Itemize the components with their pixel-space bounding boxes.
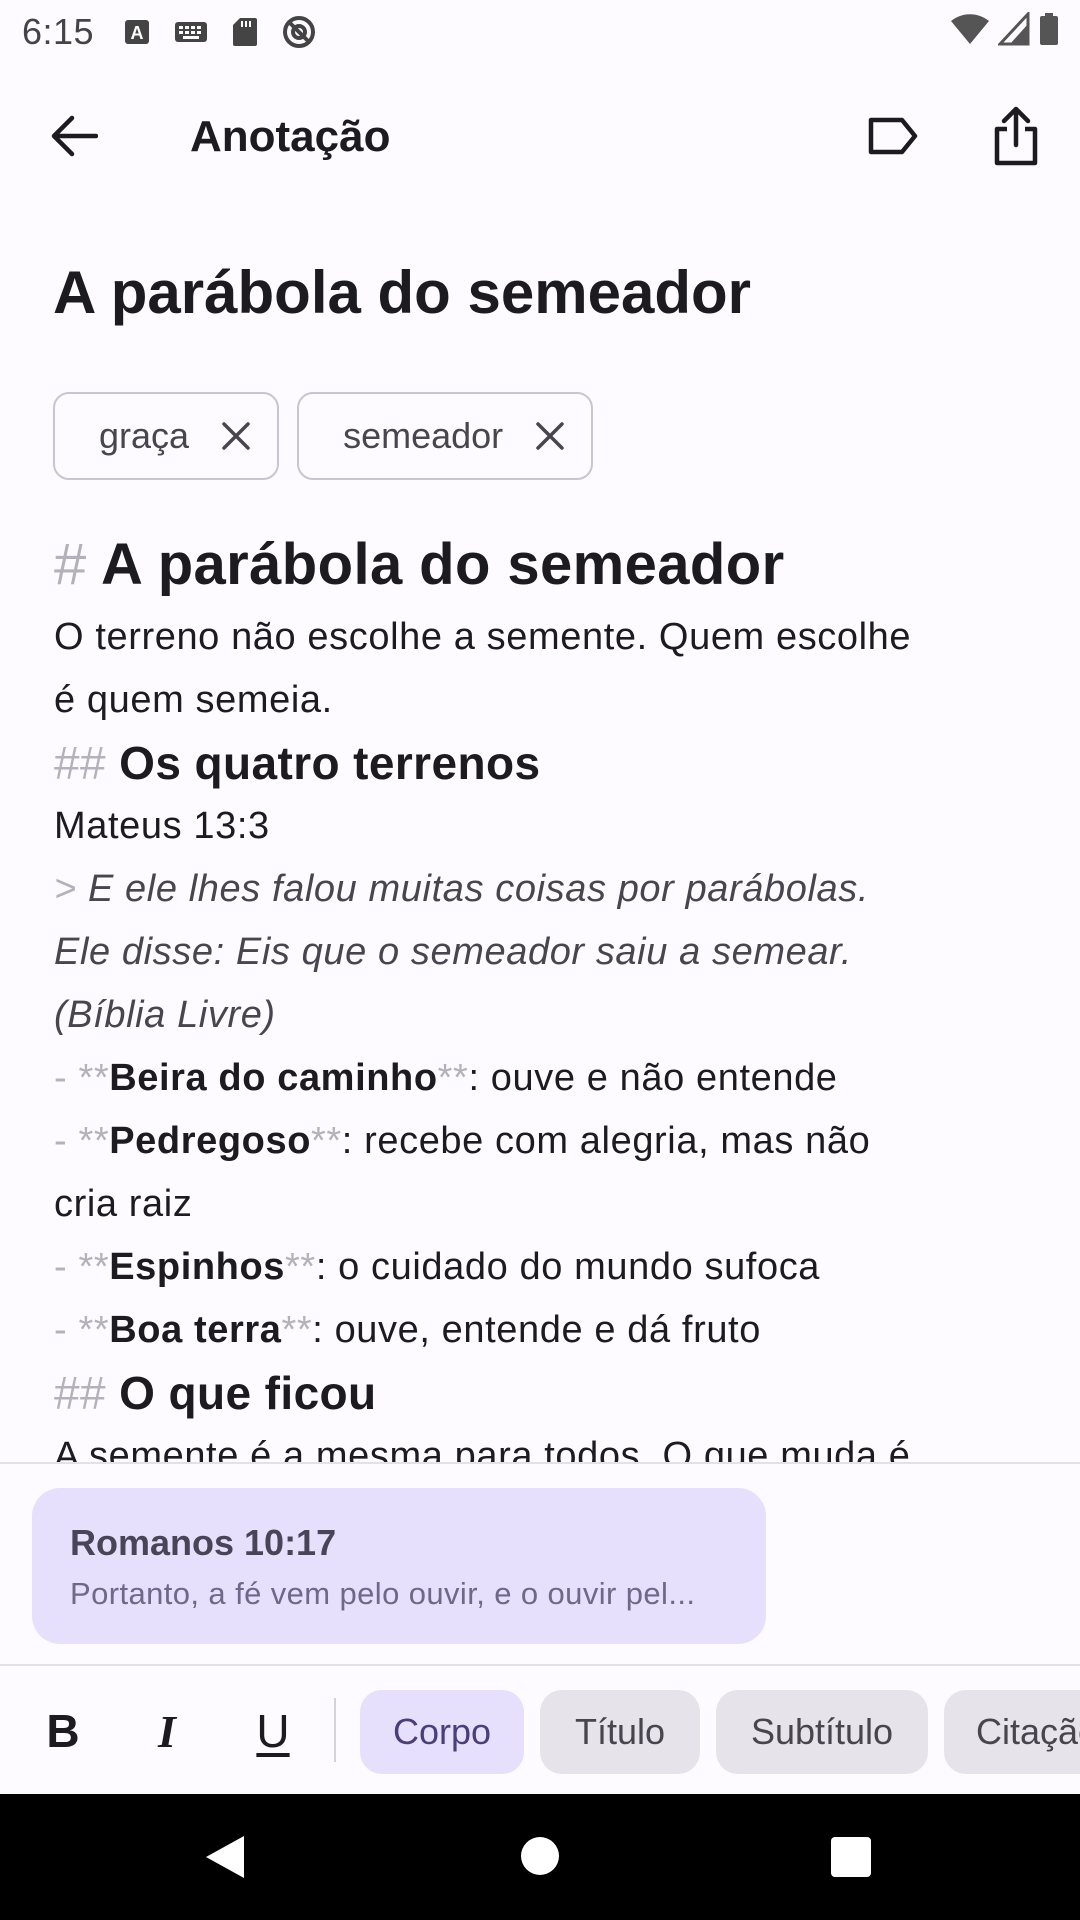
svg-text:A: A xyxy=(131,23,144,43)
underline-button[interactable]: U xyxy=(238,1696,308,1766)
keyboard-icon xyxy=(175,22,208,42)
text-a-icon: A xyxy=(125,20,150,44)
at-sign-icon xyxy=(283,16,316,48)
list-desc: : o cuidado do mundo sufoca xyxy=(315,1246,821,1288)
markdown-mark: - xyxy=(54,1309,68,1351)
blockquote-line: > E ele lhes falou muitas coisas por par… xyxy=(54,858,1044,921)
verse-reference: Romanos 10:17 xyxy=(70,1522,337,1563)
back-button[interactable] xyxy=(36,104,112,168)
markdown-mark: ** xyxy=(311,1120,342,1162)
divider xyxy=(0,1462,1080,1464)
style-chip-subtitulo[interactable]: Subtítulo xyxy=(716,1690,928,1774)
note-title[interactable]: A parábola do semeador xyxy=(53,258,751,327)
tag-list: graça semeador xyxy=(53,392,594,480)
paragraph-line: A semente é a mesma para todos. O que mu… xyxy=(54,1435,911,1464)
list-term: Espinhos xyxy=(109,1246,286,1288)
markdown-mark: ## xyxy=(54,1367,106,1419)
tag-chip-graca[interactable]: graça xyxy=(53,392,280,480)
markdown-mark: # xyxy=(54,532,87,597)
markdown-mark: ** xyxy=(78,1120,110,1162)
status-notification-icons: A xyxy=(124,15,316,49)
verse-reference: Mateus 13:3 xyxy=(54,805,270,847)
list-term: Boa terra xyxy=(109,1309,282,1351)
note-editor[interactable]: # A parábola do semeador O terreno não e… xyxy=(54,524,1044,1464)
markdown-mark: ** xyxy=(78,1057,110,1099)
markdown-mark: ** xyxy=(281,1309,313,1351)
list-term: Beira do caminho xyxy=(109,1057,438,1099)
style-chip-corpo[interactable]: Corpo xyxy=(360,1690,524,1774)
page-title: Anotação xyxy=(190,112,391,161)
close-icon[interactable] xyxy=(533,419,567,453)
heading-text: A parábola do semeador xyxy=(101,532,785,597)
paragraph-line: O terreno não escolhe a semente. Quem es… xyxy=(54,616,912,658)
arrow-back-icon xyxy=(51,115,98,157)
heading-text: O que ficou xyxy=(119,1367,377,1419)
label-icon xyxy=(868,117,918,155)
list-item: - **Pedregoso**: recebe com alegria, mas… xyxy=(54,1110,1044,1173)
nav-home-icon[interactable] xyxy=(520,1836,560,1876)
tag-label: semeador xyxy=(343,415,504,456)
markdown-mark: ** xyxy=(437,1057,469,1099)
markdown-mark: ** xyxy=(78,1246,110,1288)
markdown-mark: ** xyxy=(285,1246,316,1288)
close-icon[interactable] xyxy=(219,419,253,453)
heading-text: Os quatro terrenos xyxy=(119,737,541,789)
status-bar: 6:15 A xyxy=(0,0,1080,64)
verse-preview: Portanto, a fé vem pelo ouvir, e o ouvir… xyxy=(70,1576,696,1611)
list-term: Pedregoso xyxy=(109,1120,312,1162)
paragraph-line: é quem semeia. xyxy=(54,679,333,721)
tag-label: graça xyxy=(99,415,190,456)
status-system-icons xyxy=(950,12,1060,46)
sd-card-icon xyxy=(233,18,258,46)
signal-icon xyxy=(998,12,1030,46)
tag-chip-semeador[interactable]: semeador xyxy=(297,392,594,480)
bold-button[interactable]: B xyxy=(28,1696,98,1766)
wifi-icon xyxy=(951,14,989,44)
style-chip-titulo[interactable]: Título xyxy=(540,1690,700,1774)
list-desc: : recebe com alegria, mas não xyxy=(341,1120,871,1162)
heading-2: ## Os quatro terrenos xyxy=(54,732,1044,795)
share-icon xyxy=(994,106,1038,166)
markdown-mark: > xyxy=(54,868,77,910)
heading-1: # A parábola do semeador xyxy=(54,524,1044,606)
list-item: - **Beira do caminho**: ouve e não enten… xyxy=(54,1047,1044,1110)
markdown-mark: - xyxy=(54,1120,68,1162)
status-time: 6:15 xyxy=(22,11,95,52)
list-item-continuation: cria raiz xyxy=(54,1183,193,1225)
battery-icon xyxy=(1040,13,1058,45)
quote-text: E ele lhes falou muitas coisas por paráb… xyxy=(76,868,870,910)
list-desc: : ouve, entende e dá fruto xyxy=(312,1309,761,1351)
blockquote-line: (Bíblia Livre) xyxy=(54,994,276,1036)
list-item: - **Boa terra**: ouve, entende e dá frut… xyxy=(54,1299,1044,1362)
share-button[interactable] xyxy=(984,100,1048,172)
blockquote-line: Ele disse: Eis que o semeador saiu a sem… xyxy=(54,931,853,973)
markdown-mark: - xyxy=(54,1246,68,1288)
list-desc: : ouve e não entende xyxy=(468,1057,838,1099)
markdown-mark: ** xyxy=(78,1309,110,1351)
label-button[interactable] xyxy=(860,104,924,168)
formatting-toolbar: B I U Corpo Título Subtítulo Citação xyxy=(0,1666,1080,1794)
app-bar: Anotação xyxy=(0,64,1080,208)
nav-back-icon[interactable] xyxy=(204,1834,246,1880)
italic-button[interactable]: I xyxy=(132,1696,202,1766)
verse-card[interactable]: Romanos 10:17 Portanto, a fé vem pelo ou… xyxy=(32,1488,766,1644)
nav-recents-icon[interactable] xyxy=(830,1836,872,1878)
system-navigation-bar xyxy=(0,1794,1080,1920)
markdown-mark: - xyxy=(54,1057,68,1099)
style-chip-citacao[interactable]: Citação xyxy=(944,1690,1080,1774)
toolbar-separator xyxy=(334,1698,336,1762)
heading-2: ## O que ficou xyxy=(54,1362,1044,1425)
list-item: - **Espinhos**: o cuidado do mundo sufoc… xyxy=(54,1236,1044,1299)
markdown-mark: ## xyxy=(54,737,106,789)
